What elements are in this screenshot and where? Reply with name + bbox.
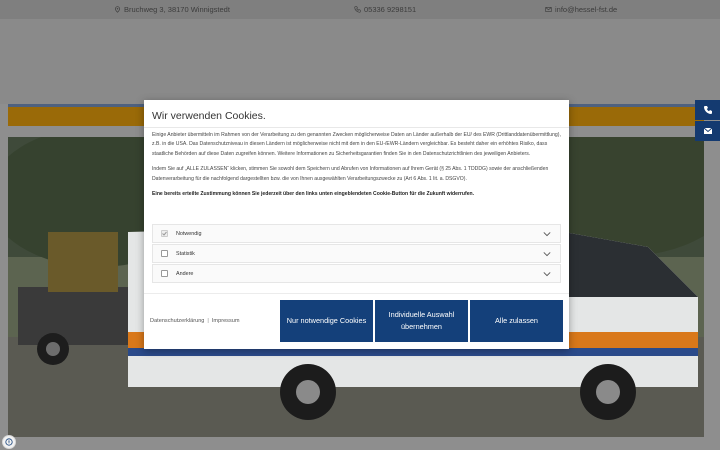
category-label: Notwendig [176,230,202,237]
cookie-settings-button[interactable] [2,435,16,449]
necessary-checkbox [161,230,168,237]
mail-icon [703,127,712,134]
email-info[interactable]: info@hessel-fst.de [545,5,617,14]
revoke-paragraph: Eine bereits erteilte Zustimmung können … [152,191,475,198]
category-other[interactable]: Andere [152,264,561,283]
phone-text[interactable]: 05336 9298151 [364,5,416,14]
category-label: Statistik [176,250,195,257]
other-checkbox[interactable] [161,270,168,277]
statistics-checkbox[interactable] [161,250,168,257]
chevron-down-icon[interactable] [543,251,551,257]
dialog-title: Wir verwenden Cookies. [152,110,266,122]
email-text[interactable]: info@hessel-fst.de [555,5,617,14]
consent-paragraph: Indem Sie auf „ALLE ZULASSEN“ klicken, s… [152,166,549,182]
link-separator: | [207,318,209,324]
chevron-down-icon[interactable] [543,271,551,277]
footer-divider [144,293,569,294]
map-pin-icon [115,6,120,13]
cookie-consent-dialog: Wir verwenden Cookies. Einige Anbieter ü… [144,100,569,349]
category-statistics[interactable]: Statistik [152,244,561,263]
side-phone-button[interactable] [695,100,720,120]
accept-all-button[interactable]: Alle zulassen [470,300,563,342]
side-mail-button[interactable] [695,121,720,141]
phone-icon [354,6,361,13]
mail-icon [545,7,552,12]
necessary-cookies-button[interactable]: Nur notwendige Cookies [280,300,373,342]
phone-info[interactable]: 05336 9298151 [354,5,416,14]
fingerprint-icon [5,438,13,446]
phone-icon [703,106,712,114]
legal-links: Datenschutzerklärung | Impressum [150,318,240,324]
chevron-down-icon[interactable] [543,231,551,237]
header [0,19,720,104]
address-info: Bruchweg 3, 38170 Winnigstedt [114,5,230,14]
privacy-link[interactable]: Datenschutzerklärung [150,318,204,324]
info-paragraph: Einige Anbieter übermitteln im Rahmen vo… [152,132,561,157]
address-text: Bruchweg 3, 38170 Winnigstedt [124,5,230,14]
contact-bar: Bruchweg 3, 38170 Winnigstedt 05336 9298… [0,0,720,19]
dialog-text: Einige Anbieter übermitteln im Rahmen vo… [152,131,562,205]
check-icon [162,231,167,236]
category-necessary[interactable]: Notwendig [152,224,561,243]
category-label: Andere [176,270,194,277]
individual-selection-button[interactable]: Individuelle Auswahl übernehmen [375,300,468,342]
title-divider [144,127,569,128]
imprint-link[interactable]: Impressum [212,318,240,324]
